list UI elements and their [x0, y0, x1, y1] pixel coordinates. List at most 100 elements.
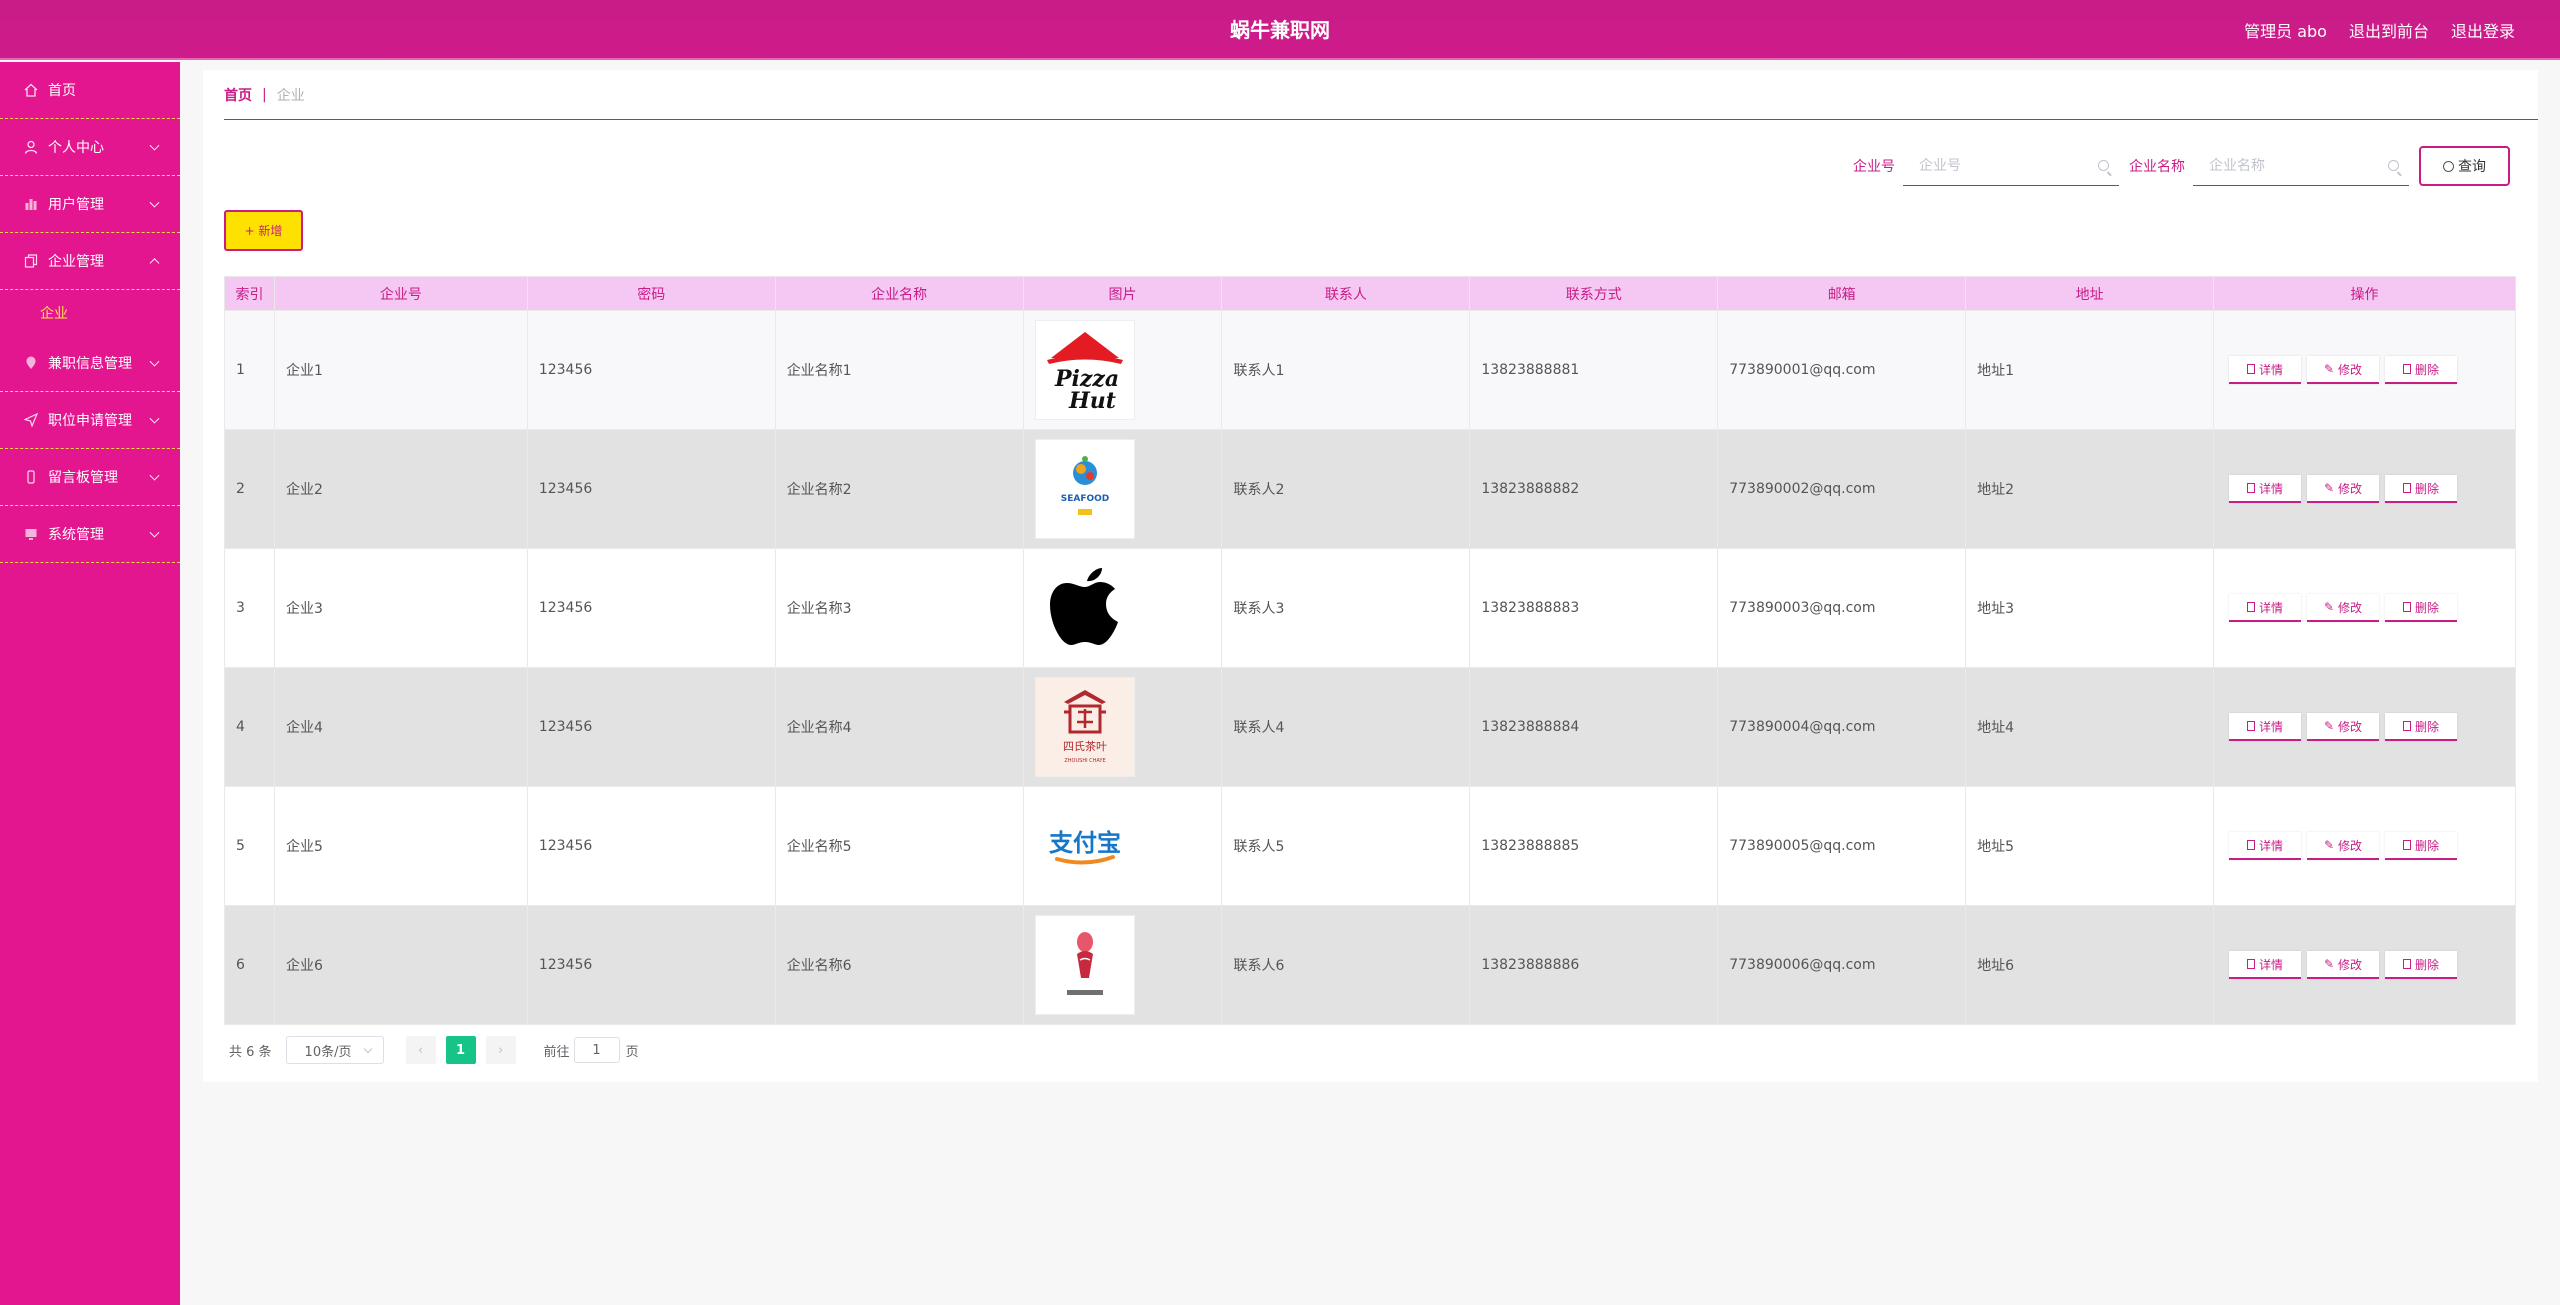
prev-page-button[interactable]: ‹ [405, 1036, 436, 1064]
column-header: 图片 [1022, 276, 1223, 311]
detail-button[interactable]: 详情 [2229, 713, 2301, 741]
enterprise-code-input[interactable] [1903, 146, 2119, 185]
edit-button[interactable]: ✎ 修改 [2307, 713, 2379, 741]
sidebar-subitem-enterprise[interactable]: 企业 [0, 290, 180, 335]
table-row[interactable]: 2 企业2 123456 企业名称2 SEAFOOD 联系人2 13823888… [224, 429, 2516, 549]
table-row[interactable]: 1 企业1 123456 企业名称1 Pizza Hut 联系人1 138238… [224, 310, 2516, 430]
search-icon [2388, 160, 2399, 171]
exit-to-front-link[interactable]: 退出到前台 [2349, 18, 2429, 42]
breadcrumb-home[interactable]: 首页 [224, 85, 252, 105]
screen-icon [25, 529, 37, 540]
cell-actions: 详情 ✎ 修改 删除 [2213, 310, 2516, 430]
delete-button[interactable]: 删除 [2385, 475, 2457, 503]
cell-phone: 13823888882 [1469, 429, 1719, 549]
page-size-select[interactable]: 10条/页 [285, 1036, 384, 1064]
detail-button[interactable]: 详情 [2229, 832, 2301, 860]
edit-label: 修改 [2338, 362, 2363, 377]
detail-button[interactable]: 详情 [2229, 356, 2301, 384]
cell-logo: Pizza Hut [1022, 310, 1223, 430]
cell-password: 123456 [526, 548, 776, 668]
query-button[interactable]: 查询 [2419, 146, 2510, 186]
sidebar-item-messages[interactable]: 留言板管理 [0, 449, 180, 506]
pagination: 共 6 条 10条/页 ‹ 1 › 前往 页 [229, 1036, 639, 1064]
table-row[interactable]: 3 企业3 123456 企业名称3 联系人3 13823888883 7738… [224, 548, 2516, 668]
edit-button[interactable]: ✎ 修改 [2307, 356, 2379, 384]
edit-button[interactable]: ✎ 修改 [2307, 832, 2379, 860]
trash-icon [2402, 959, 2411, 969]
delete-button[interactable]: 删除 [2385, 832, 2457, 860]
detail-label: 详情 [2258, 957, 2283, 972]
detail-button[interactable]: 详情 [2229, 951, 2301, 979]
sidebar-subitem-label: 企业 [40, 305, 68, 322]
edit-button[interactable]: ✎ 修改 [2307, 594, 2379, 622]
delete-button[interactable]: 删除 [2385, 594, 2457, 622]
sidebar-item-label: 用户管理 [48, 197, 104, 213]
chevron-right-icon: › [497, 1042, 504, 1058]
table-row[interactable]: 5 企业5 123456 企业名称5 支付宝 联系人5 13823888885 … [224, 786, 2516, 906]
breadcrumb-separator: | [262, 86, 267, 103]
cell-address: 地址4 [1965, 667, 2214, 787]
cell-logo: 支付宝 [1022, 786, 1223, 906]
chevron-down-icon [149, 527, 160, 538]
cell-contact: 联系人5 [1221, 786, 1471, 906]
delete-button[interactable]: 删除 [2385, 713, 2457, 741]
cell-contact: 联系人6 [1221, 905, 1471, 1025]
sidebar-item-label: 个人中心 [48, 140, 104, 156]
logout-link[interactable]: 退出登录 [2451, 18, 2515, 42]
cell-phone: 13823888881 [1469, 310, 1719, 430]
svg-text:ZHOUSHI CHAYE: ZHOUSHI CHAYE [1064, 758, 1105, 764]
table-row[interactable]: 6 企业6 123456 企业名称6 联系人6 13823888886 7738… [224, 905, 2516, 1025]
top-header: 蜗牛兼职网 管理员 abo 退出到前台 退出登录 [0, 0, 2560, 60]
cell-actions: 详情 ✎ 修改 删除 [2213, 667, 2516, 787]
breadcrumb-current: 企业 [276, 87, 305, 104]
sidebar-item-profile[interactable]: 个人中心 [0, 119, 180, 176]
edit-button[interactable]: ✎ 修改 [2307, 951, 2379, 979]
goto-page-input[interactable] [573, 1037, 620, 1063]
delete-button[interactable]: 删除 [2385, 951, 2457, 979]
add-button[interactable]: + 新增 [224, 210, 303, 251]
cell-name: 企业名称5 [774, 786, 1024, 906]
detail-label: 详情 [2258, 600, 2283, 615]
cell-phone: 13823888886 [1469, 905, 1719, 1025]
svg-text:四氏茶叶: 四氏茶叶 [1063, 740, 1107, 753]
sidebar-item-parttime[interactable]: 兼职信息管理 [0, 335, 180, 392]
total-count: 共 6 条 [229, 1044, 272, 1060]
apple-logo-icon [1049, 568, 1118, 645]
sidebar-item-label: 留言板管理 [48, 470, 118, 486]
sidebar: 首页 个人中心 用户管理 企业管理 企业 兼职信息管理 职位申请管理 留言板管理… [0, 62, 180, 1305]
add-button-label: + 新增 [244, 224, 283, 238]
detail-button[interactable]: 详情 [2229, 594, 2301, 622]
trash-icon [2402, 840, 2411, 850]
edit-button[interactable]: ✎ 修改 [2307, 475, 2379, 503]
sidebar-item-system[interactable]: 系统管理 [0, 506, 180, 563]
cell-address: 地址6 [1965, 905, 2214, 1025]
sidebar-item-enterprise[interactable]: 企业管理 [0, 233, 180, 290]
cell-address: 地址2 [1965, 429, 2214, 549]
pencil-icon: ✎ [2323, 957, 2335, 971]
sidebar-item-home[interactable]: 首页 [0, 62, 180, 119]
phone-icon [27, 470, 35, 484]
pizza-hut-logo: Pizza Hut [1034, 320, 1135, 420]
apple-logo [1035, 558, 1135, 658]
cell-contact: 联系人3 [1221, 548, 1471, 668]
next-page-button[interactable]: › [485, 1036, 516, 1064]
delete-button[interactable]: 删除 [2385, 356, 2457, 384]
cell-name: 企业名称3 [774, 548, 1024, 668]
sidebar-item-applications[interactable]: 职位申请管理 [0, 392, 180, 449]
detail-label: 详情 [2258, 838, 2283, 853]
sidebar-item-label: 企业管理 [48, 254, 104, 270]
cell-name: 企业名称2 [774, 429, 1024, 549]
seafood-logo-icon: SEAFOOD [1060, 456, 1109, 515]
pencil-icon: ✎ [2323, 362, 2335, 376]
page-number-button[interactable]: 1 [445, 1036, 476, 1064]
sidebar-item-users[interactable]: 用户管理 [0, 176, 180, 233]
pencil-icon: ✎ [2323, 719, 2335, 733]
table-row[interactable]: 4 企业4 123456 企业名称4 四氏茶叶 ZHOUSHI CHAYE 联系… [224, 667, 2516, 787]
cell-address: 地址1 [1965, 310, 2214, 430]
enterprise-name-input[interactable] [2193, 146, 2409, 185]
chevron-down-icon [149, 140, 160, 151]
cell-contact: 联系人4 [1221, 667, 1471, 787]
detail-label: 详情 [2258, 719, 2283, 734]
document-icon [2246, 602, 2255, 612]
detail-button[interactable]: 详情 [2229, 475, 2301, 503]
